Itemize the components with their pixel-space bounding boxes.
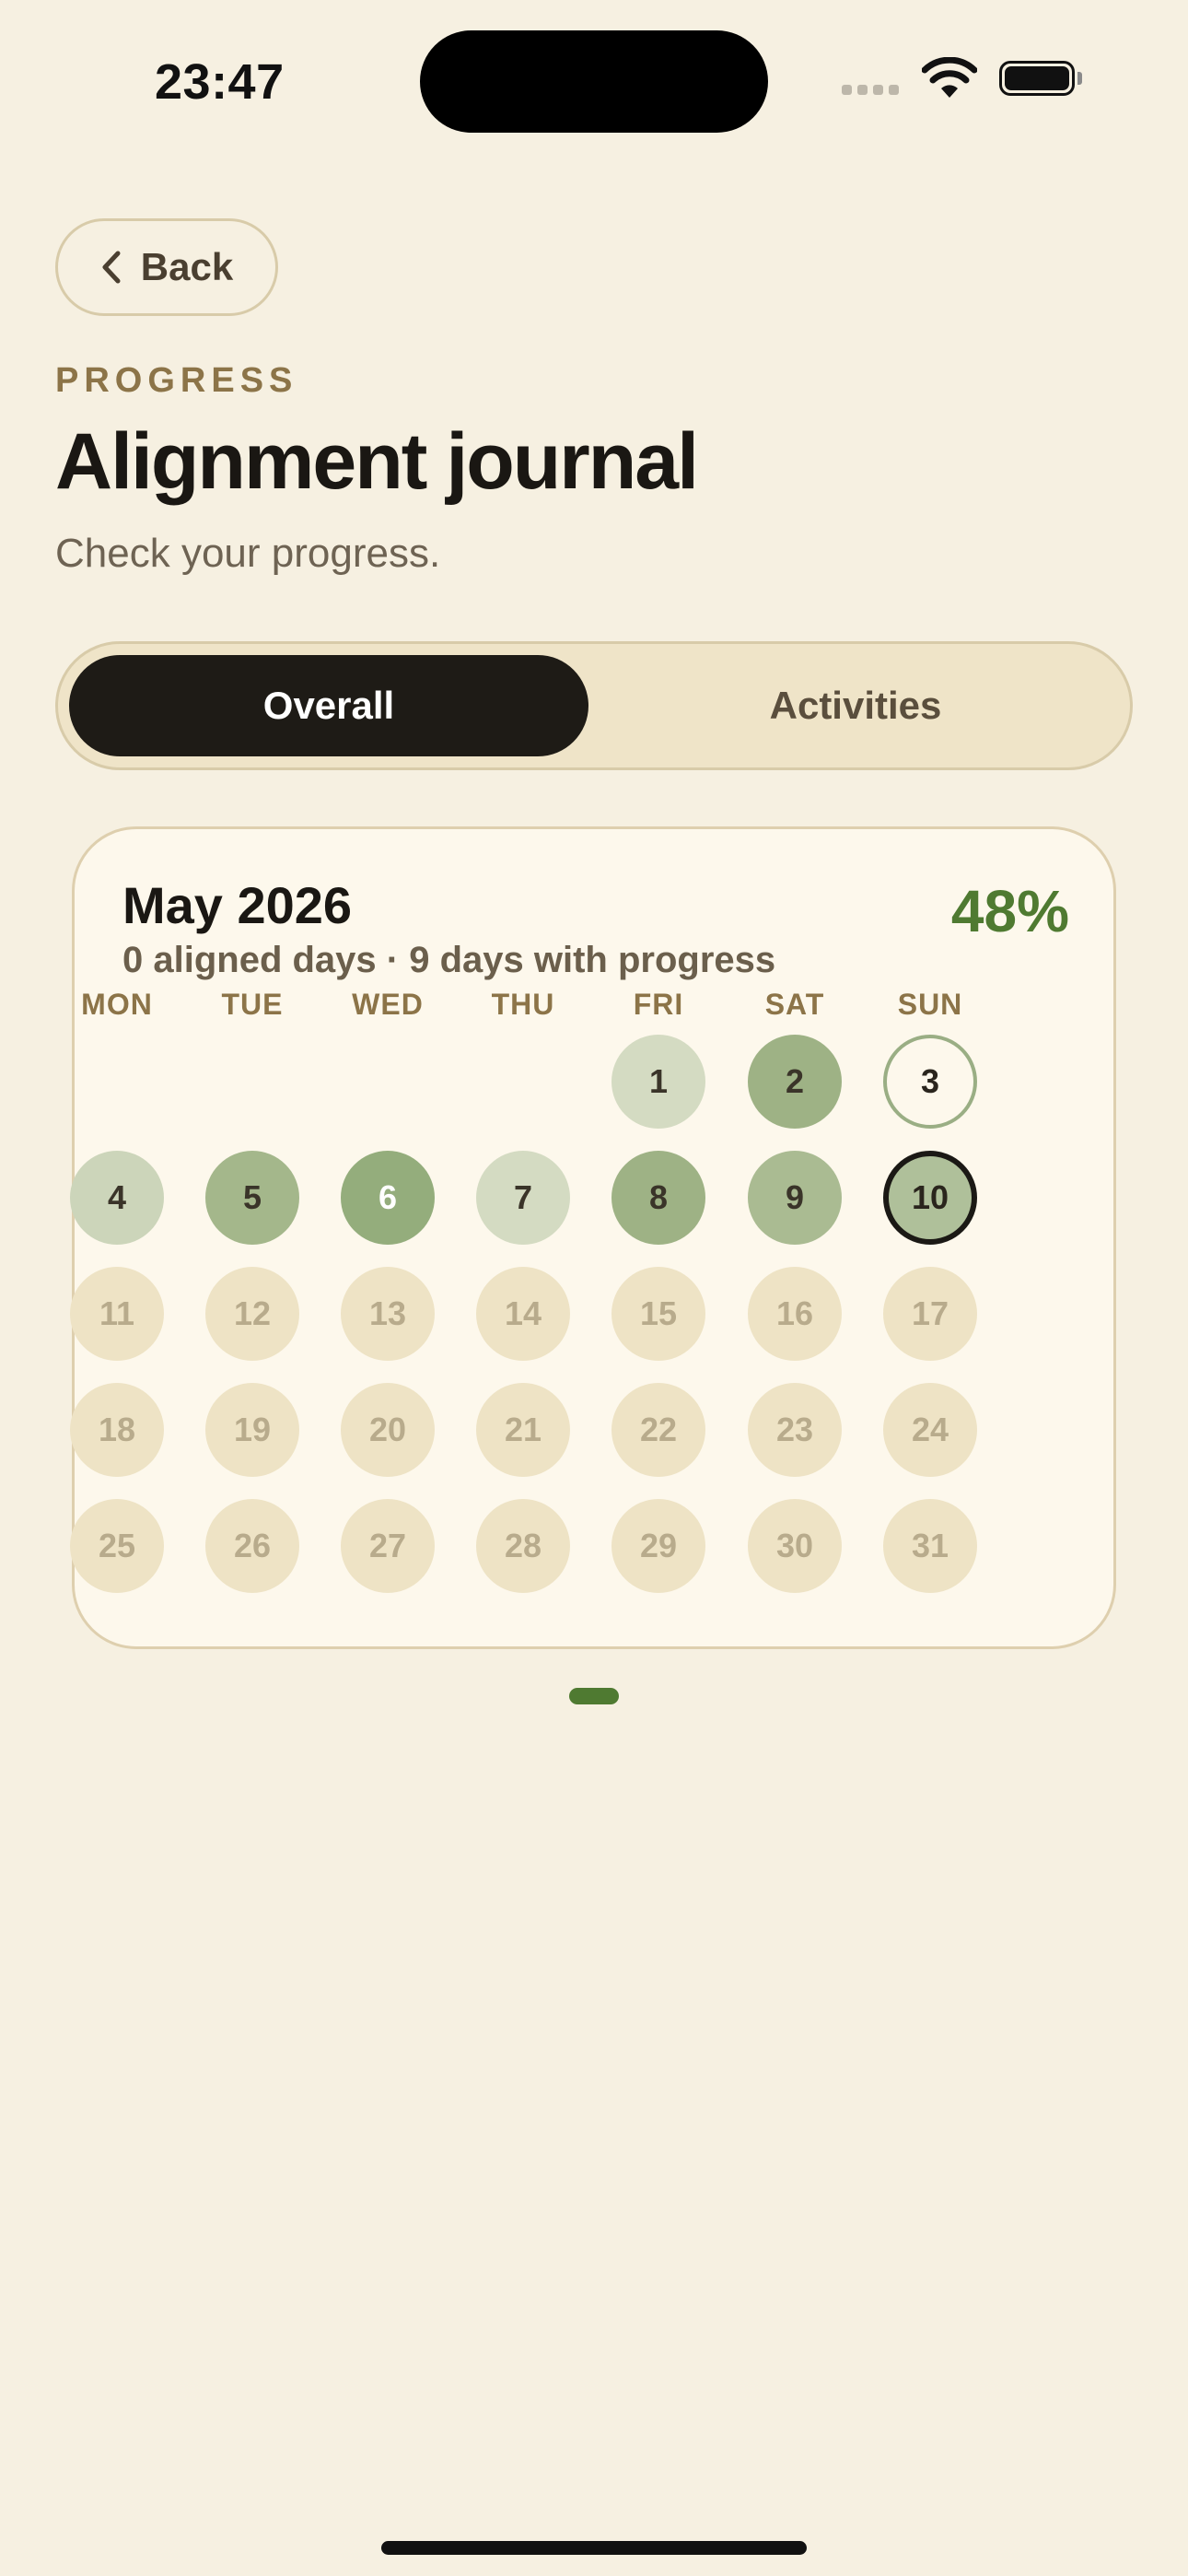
weekday-thu: THU bbox=[491, 988, 555, 1021]
battery-cap bbox=[1077, 72, 1082, 85]
calendar-day[interactable]: 5 bbox=[205, 1151, 299, 1245]
calendar-day[interactable]: 17 bbox=[883, 1267, 977, 1361]
calendar-day[interactable]: 24 bbox=[883, 1383, 977, 1477]
status-time: 23:47 bbox=[155, 54, 285, 110]
calendar-day-today[interactable]: 10 bbox=[883, 1151, 977, 1245]
calendar-day[interactable]: 12 bbox=[205, 1267, 299, 1361]
calendar-day[interactable]: 8 bbox=[611, 1151, 705, 1245]
calendar-day[interactable]: 14 bbox=[476, 1267, 570, 1361]
view-segmented-control: Overall Activities bbox=[55, 641, 1133, 770]
calendar-day[interactable]: 3 bbox=[883, 1035, 977, 1129]
calendar-day[interactable]: 28 bbox=[476, 1499, 570, 1593]
weekday-mon: MON bbox=[81, 988, 153, 1021]
page-title: Alignment journal bbox=[55, 417, 699, 506]
weekday-tue: TUE bbox=[221, 988, 284, 1021]
calendar-day[interactable]: 29 bbox=[611, 1499, 705, 1593]
month-summary: 0 aligned days · 9 days with progress bbox=[122, 940, 776, 980]
cellular-signal-icon bbox=[842, 85, 899, 95]
calendar-day[interactable]: 30 bbox=[748, 1499, 842, 1593]
tab-overall-label: Overall bbox=[262, 684, 395, 727]
calendar-day[interactable]: 26 bbox=[205, 1499, 299, 1593]
weekday-fri: FRI bbox=[633, 988, 684, 1021]
calendar-day[interactable]: 16 bbox=[748, 1267, 842, 1361]
chevron-left-icon bbox=[102, 251, 121, 284]
page-subtitle: Check your progress. bbox=[55, 531, 441, 576]
progress-percent: 48% bbox=[950, 878, 1069, 944]
back-button[interactable]: Back bbox=[55, 218, 278, 316]
page-indicator-dot bbox=[569, 1688, 619, 1704]
wifi-icon bbox=[922, 57, 977, 98]
calendar-day[interactable]: 31 bbox=[883, 1499, 977, 1593]
calendar-card: May 2026 48% 0 aligned days · 9 days wit… bbox=[70, 826, 1116, 1649]
calendar-day[interactable]: 21 bbox=[476, 1383, 570, 1477]
tab-activities[interactable]: Activities bbox=[592, 655, 1119, 756]
calendar-day[interactable]: 9 bbox=[748, 1151, 842, 1245]
calendar-day[interactable]: 19 bbox=[205, 1383, 299, 1477]
calendar-day[interactable]: 27 bbox=[341, 1499, 435, 1593]
weekday-wed: WED bbox=[352, 988, 424, 1021]
battery-icon bbox=[999, 61, 1075, 96]
month-title: May 2026 bbox=[122, 876, 353, 934]
calendar-day[interactable]: 18 bbox=[70, 1383, 164, 1477]
calendar-day[interactable]: 4 bbox=[70, 1151, 164, 1245]
calendar-day[interactable]: 22 bbox=[611, 1383, 705, 1477]
calendar-day[interactable]: 6 bbox=[341, 1151, 435, 1245]
calendar-day[interactable]: 25 bbox=[70, 1499, 164, 1593]
calendar-day[interactable]: 13 bbox=[341, 1267, 435, 1361]
dynamic-island bbox=[420, 30, 768, 133]
calendar-day[interactable]: 15 bbox=[611, 1267, 705, 1361]
calendar-day[interactable]: 2 bbox=[748, 1035, 842, 1129]
calendar-day[interactable]: 7 bbox=[476, 1151, 570, 1245]
weekday-sun: SUN bbox=[897, 988, 963, 1021]
calendar-day[interactable]: 23 bbox=[748, 1383, 842, 1477]
calendar-day[interactable]: 11 bbox=[70, 1267, 164, 1361]
back-label: Back bbox=[140, 245, 234, 288]
tab-overall[interactable]: Overall bbox=[69, 655, 588, 756]
tab-activities-label: Activities bbox=[769, 684, 942, 727]
calendar-day[interactable]: 1 bbox=[611, 1035, 705, 1129]
calendar-day[interactable]: 20 bbox=[341, 1383, 435, 1477]
section-eyebrow: PROGRESS bbox=[55, 361, 298, 400]
home-indicator bbox=[381, 2541, 807, 2555]
weekday-sat: SAT bbox=[764, 988, 825, 1021]
